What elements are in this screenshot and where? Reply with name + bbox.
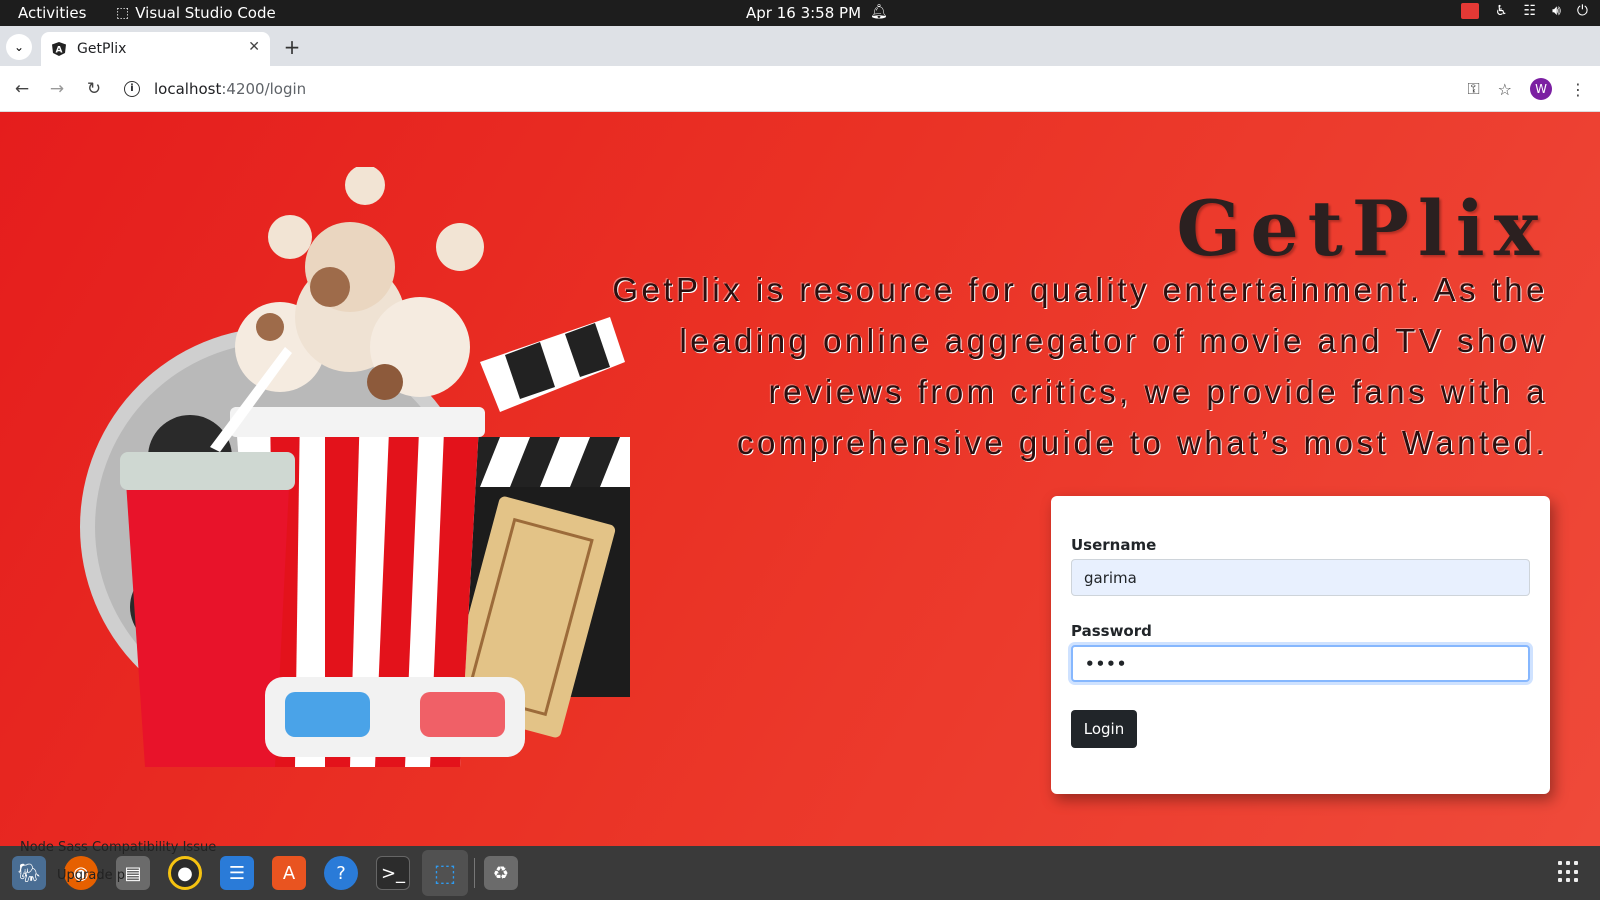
- key-icon[interactable]: ⚿: [1467, 79, 1479, 99]
- active-app-name: Visual Studio Code: [135, 4, 276, 22]
- info-icon[interactable]: i: [124, 81, 140, 97]
- software-center-icon[interactable]: A: [272, 856, 306, 890]
- activities-button[interactable]: Activities: [18, 4, 86, 22]
- chevron-down-icon: ⌄: [13, 40, 25, 54]
- notification-title: Node Sass Compatibility Issue: [20, 840, 217, 855]
- notification-text: Upgrade p: [57, 868, 125, 883]
- system-top-bar: Activities ⬚ Visual Studio Code Apr 16 3…: [0, 0, 1600, 26]
- menu-dots-icon[interactable]: ⋮: [1570, 80, 1586, 99]
- show-apps-icon[interactable]: [1558, 861, 1580, 883]
- back-button[interactable]: ←: [10, 77, 34, 101]
- address-bar[interactable]: i localhost:4200/login: [124, 74, 306, 104]
- password-input[interactable]: [1071, 645, 1530, 682]
- dock: 🐘︎ ◉ ▤ ● ☰ A ? >_ ⬚ ♻: [0, 846, 1600, 900]
- power-icon[interactable]: ⏻: [1577, 3, 1588, 19]
- accessibility-icon[interactable]: ♿︎: [1495, 3, 1508, 19]
- new-tab-button[interactable]: +: [280, 35, 304, 59]
- url-host: localhost: [154, 80, 222, 98]
- system-tray[interactable]: ♿︎ ☷ 🔊︎ ⏻: [1460, 3, 1588, 19]
- volume-icon[interactable]: 🔊︎: [1552, 3, 1561, 19]
- vscode-icon: ⬚: [116, 5, 130, 21]
- close-icon[interactable]: ✕: [248, 39, 260, 55]
- network-icon[interactable]: ☷: [1524, 3, 1537, 19]
- postgres-icon[interactable]: 🐘︎: [12, 856, 46, 890]
- trash-icon[interactable]: ♻: [484, 856, 518, 890]
- svg-text:A: A: [56, 46, 63, 56]
- terminal-icon[interactable]: >_: [376, 856, 410, 890]
- browser-tab-strip: ⌄ A GetPlix ✕ +: [0, 26, 1600, 66]
- username-input[interactable]: [1071, 559, 1530, 596]
- password-label: Password: [1071, 622, 1152, 640]
- writer-icon[interactable]: ☰: [220, 856, 254, 890]
- rhythmbox-icon[interactable]: ●: [168, 856, 202, 890]
- help-icon[interactable]: ?: [324, 856, 358, 890]
- profile-avatar[interactable]: W: [1530, 78, 1552, 100]
- reload-button[interactable]: ↻: [82, 77, 106, 101]
- tab-search-button[interactable]: ⌄: [6, 34, 32, 60]
- angular-icon: A: [51, 41, 67, 57]
- tab-title: GetPlix: [77, 41, 127, 57]
- star-icon[interactable]: ☆: [1498, 80, 1512, 99]
- active-app-menu[interactable]: ⬚ Visual Studio Code: [116, 4, 276, 22]
- login-card: Username Password Login: [1051, 496, 1550, 794]
- toolbar-actions: ⚿ ☆ W ⋮: [1467, 78, 1586, 100]
- username-label: Username: [1071, 536, 1157, 554]
- url-path: :4200/login: [221, 80, 307, 98]
- login-button[interactable]: Login: [1071, 710, 1137, 748]
- login-page: GetPlix GetPlix is resource for quality …: [0, 112, 1600, 846]
- vscode-dock-icon[interactable]: ⬚: [422, 850, 468, 896]
- tab-getplix[interactable]: A GetPlix ✕: [41, 32, 270, 66]
- forward-button[interactable]: →: [45, 77, 69, 101]
- tagline: GetPlix is resource for quality entertai…: [612, 271, 1548, 461]
- brand-title: GetPlix: [1176, 184, 1548, 273]
- clock[interactable]: Apr 16 3:58 PM: [746, 4, 861, 22]
- dock-separator: [474, 858, 475, 888]
- indicator-icon[interactable]: [1460, 3, 1479, 19]
- bell-icon[interactable]: 🔔︎: [870, 4, 888, 20]
- browser-toolbar: ← → ↻ i localhost:4200/login ⚿ ☆ W ⋮: [0, 66, 1600, 112]
